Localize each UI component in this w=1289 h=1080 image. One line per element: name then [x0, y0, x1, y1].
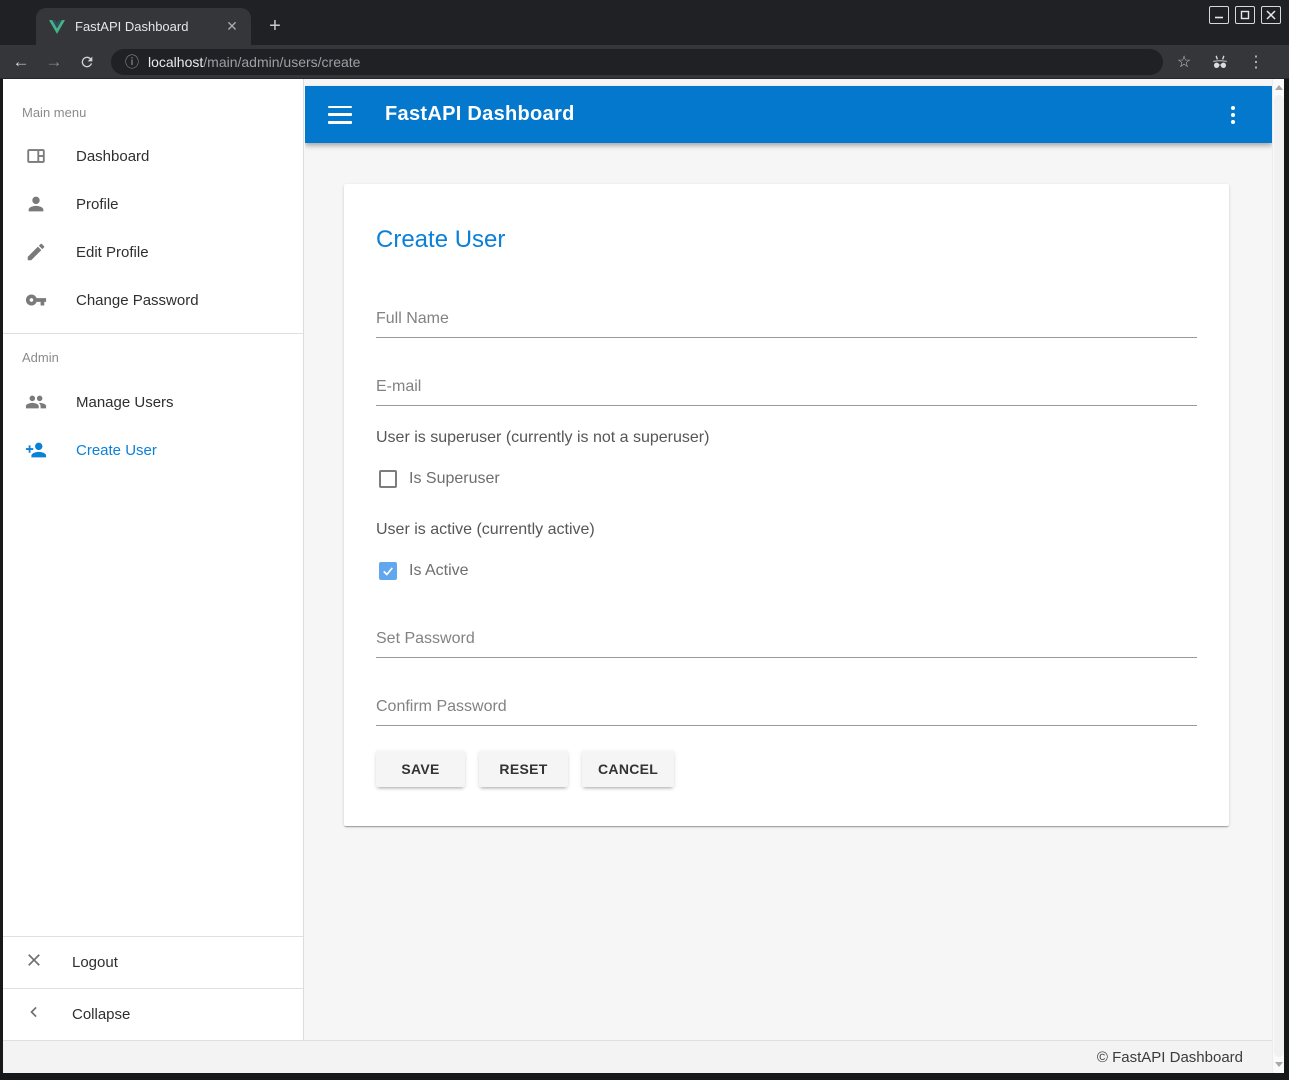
tab-title: FastAPI Dashboard [75, 19, 223, 34]
scrollbar-thumb[interactable] [1274, 95, 1284, 1057]
forward-icon[interactable]: → [42, 50, 66, 74]
superuser-checkbox-row: Is Superuser [376, 468, 1197, 490]
appbar-menu-icon[interactable] [1227, 102, 1239, 128]
incognito-icon[interactable] [1209, 51, 1231, 73]
browser-toolbar: ← → ⓘ localhost/main/admin/users/create … [0, 45, 1289, 79]
sidebar-item-label: Edit Profile [76, 244, 149, 261]
create-user-card: Create User Full Name E-mail User is sup… [344, 184, 1229, 826]
reset-button[interactable]: RESET [479, 751, 568, 787]
sidebar-item-manage-users[interactable]: Manage Users [3, 378, 303, 426]
save-button[interactable]: SAVE [376, 751, 465, 787]
sidebar-item-edit-profile[interactable]: Edit Profile [3, 228, 303, 276]
email-field[interactable]: E-mail [376, 377, 1197, 406]
reload-icon[interactable] [75, 50, 99, 74]
tab-strip: FastAPI Dashboard ✕ + [0, 0, 1289, 45]
browser-tab[interactable]: FastAPI Dashboard ✕ [36, 8, 251, 45]
tab-close-icon[interactable]: ✕ [223, 18, 241, 36]
dashboard-icon [24, 144, 48, 168]
back-icon[interactable]: ← [9, 50, 33, 74]
copyright-text: © FastAPI Dashboard [1097, 1049, 1243, 1066]
superuser-hint: User is superuser (currently is not a su… [376, 428, 1197, 448]
url-host: localhost [148, 54, 203, 70]
active-checkbox[interactable] [379, 562, 397, 580]
superuser-checkbox[interactable] [379, 470, 397, 488]
active-checkbox-label: Is Active [409, 562, 469, 580]
sidebar-item-label: Collapse [72, 1006, 130, 1023]
url-path: /main/admin/users/create [203, 54, 360, 70]
sidebar-item-create-user[interactable]: Create User [3, 426, 303, 474]
chevron-left-icon [24, 1002, 44, 1027]
full-name-placeholder: Full Name [376, 309, 1197, 329]
hamburger-menu-icon[interactable] [328, 106, 352, 124]
sidebar-section-main: Main menu [3, 105, 303, 120]
confirm-password-field[interactable]: Confirm Password [376, 697, 1197, 726]
form-actions: SAVE RESET CANCEL [376, 751, 1197, 787]
sidebar-item-label: Manage Users [76, 394, 174, 411]
active-hint: User is active (currently active) [376, 520, 1197, 540]
browser-window: FastAPI Dashboard ✕ + ← → ⓘ localhost/ma… [0, 0, 1289, 1080]
people-icon [24, 390, 48, 414]
vue-logo-icon [49, 19, 65, 35]
close-x-icon [24, 950, 44, 975]
active-checkbox-row: Is Active [376, 560, 1197, 582]
sidebar-item-collapse[interactable]: Collapse [3, 989, 303, 1040]
scroll-down-icon[interactable] [1275, 1062, 1283, 1067]
page-viewport: Main menu Dashboard Profile Edit Profile [3, 79, 1284, 1073]
app-title: FastAPI Dashboard [385, 103, 1227, 126]
new-tab-button[interactable]: + [262, 13, 288, 39]
sidebar-item-label: Dashboard [76, 148, 149, 165]
bookmark-star-icon[interactable]: ☆ [1173, 51, 1195, 73]
sidebar: Main menu Dashboard Profile Edit Profile [3, 79, 304, 1040]
close-button[interactable] [1261, 6, 1281, 24]
app-bar: FastAPI Dashboard [305, 86, 1272, 143]
card-title: Create User [376, 226, 1197, 254]
sidebar-item-label: Profile [76, 196, 119, 213]
sidebar-section-admin: Admin [3, 350, 303, 365]
main-content: FastAPI Dashboard Create User Full Name … [305, 79, 1272, 1040]
site-info-icon[interactable]: ⓘ [125, 52, 139, 72]
set-password-field[interactable]: Set Password [376, 629, 1197, 658]
person-add-icon [24, 438, 48, 462]
full-name-field[interactable]: Full Name [376, 309, 1197, 338]
superuser-checkbox-label: Is Superuser [409, 470, 500, 488]
sidebar-item-label: Change Password [76, 292, 199, 309]
maximize-button[interactable] [1235, 6, 1255, 24]
pencil-icon [24, 240, 48, 264]
browser-menu-icon[interactable]: ⋮ [1245, 51, 1267, 73]
sidebar-item-logout[interactable]: Logout [3, 937, 303, 988]
key-icon [24, 288, 48, 312]
confirm-password-placeholder: Confirm Password [376, 697, 1197, 717]
scroll-up-icon[interactable] [1275, 85, 1283, 90]
email-placeholder: E-mail [376, 377, 1197, 397]
set-password-placeholder: Set Password [376, 629, 1197, 649]
sidebar-item-label: Create User [76, 442, 157, 459]
cancel-button[interactable]: CANCEL [582, 751, 674, 787]
minimize-button[interactable] [1209, 6, 1229, 24]
vertical-scrollbar[interactable] [1272, 79, 1284, 1073]
sidebar-item-change-password[interactable]: Change Password [3, 276, 303, 324]
person-icon [24, 192, 48, 216]
address-bar[interactable]: ⓘ localhost/main/admin/users/create [111, 49, 1163, 75]
sidebar-item-dashboard[interactable]: Dashboard [3, 132, 303, 180]
page-footer: © FastAPI Dashboard [3, 1040, 1272, 1073]
sidebar-divider [3, 333, 303, 334]
sidebar-item-profile[interactable]: Profile [3, 180, 303, 228]
sidebar-item-label: Logout [72, 954, 118, 971]
